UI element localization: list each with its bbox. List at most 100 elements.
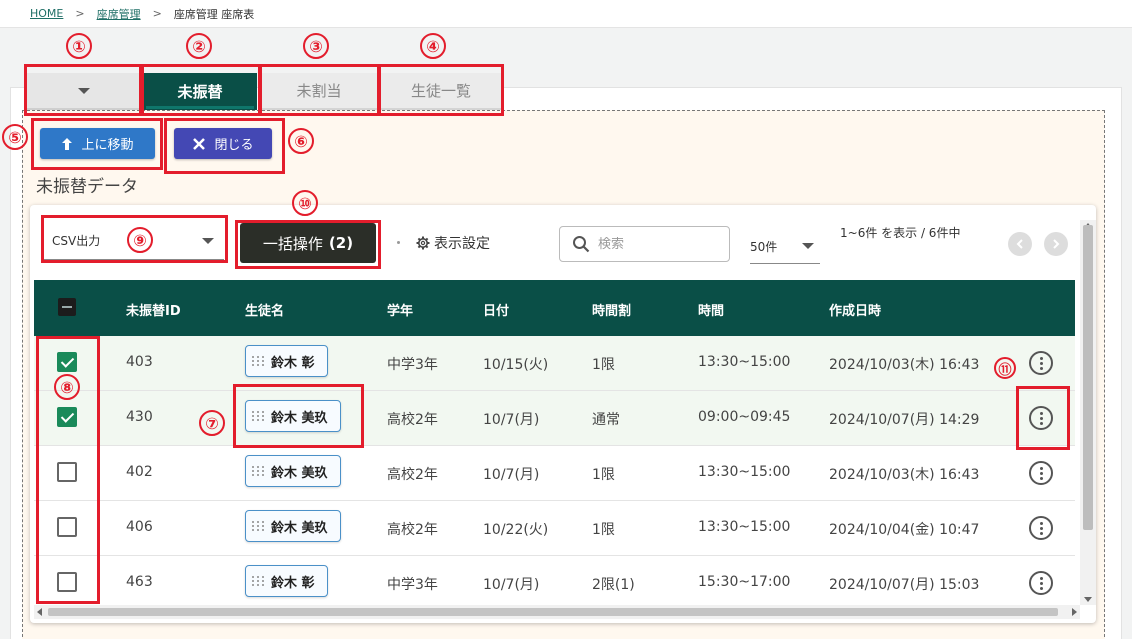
student-chip[interactable]: 鈴木 彰 [245,565,328,597]
annotation-number-4: ④ [420,33,446,59]
row-time: 09:00~09:45 [698,409,791,425]
row-created: 2024/10/03(木) 16:43 [829,357,980,373]
row-grade: 中学3年 [387,357,438,373]
row-created: 2024/10/07(月) 14:29 [829,412,980,428]
breadcrumb-home-link[interactable]: HOME [30,7,63,20]
scroll-left-icon[interactable] [37,608,42,616]
breadcrumb-seat-management-link[interactable]: 座席管理 [97,6,141,22]
vertical-scroll-thumb[interactable] [1083,225,1093,530]
annotation-number-5: ⑤ [2,124,28,150]
row-period: 通常 [592,412,620,428]
chevron-down-icon [802,243,814,249]
column-header-student[interactable]: 生徒名 [245,300,284,319]
column-header-id[interactable]: 未振替ID [126,300,181,319]
row-date: 10/15(火) [483,357,549,373]
breadcrumb-separator: > [152,7,162,20]
row-time: 13:30~15:00 [698,354,791,370]
row-date: 10/22(火) [483,522,549,538]
vertical-scrollbar[interactable] [1080,220,1096,605]
column-header-time[interactable]: 時間 [698,300,724,319]
row-period: 1限 [592,522,615,538]
annotation-number-10: ⑩ [292,190,318,216]
column-header-created[interactable]: 作成日時 [829,300,881,319]
next-page-button[interactable] [1044,232,1068,256]
annotation-number-2: ② [186,33,212,59]
more-options-icon[interactable] [1029,571,1053,595]
breadcrumb-current: 座席管理 座席表 [173,7,255,21]
annotation-box-5 [31,118,163,170]
row-grade: 高校2年 [387,412,438,428]
toolbar-separator [397,241,400,244]
student-chip[interactable]: 鈴木 彰 [245,345,328,377]
drag-handle-icon[interactable] [252,576,265,586]
display-settings-button[interactable]: 表示設定 [416,233,490,253]
table-row: 430 鈴木 美玖 高校2年 10/7(月) 通常 09:00~09:45 20… [34,391,1075,446]
gear-icon [416,236,430,250]
per-page-select[interactable]: 50件 [750,230,820,264]
drag-handle-icon[interactable] [252,521,265,531]
table-row: 403 鈴木 彰 中学3年 10/15(火) 1限 13:30~15:00 20… [34,336,1075,391]
table-row: 463 鈴木 彰 中学3年 10/7(月) 2限(1) 15:30~17:00 … [34,556,1075,611]
row-time: 15:30~17:00 [698,574,791,590]
annotation-number-9: ⑨ [127,227,153,253]
horizontal-scrollbar[interactable] [34,605,1080,619]
row-created: 2024/10/07(月) 15:03 [829,577,980,593]
column-header-grade[interactable]: 学年 [387,300,413,319]
table-row: 406 鈴木 美玖 高校2年 10/22(火) 1限 13:30~15:00 2… [34,501,1075,556]
row-id: 406 [126,519,153,535]
chevron-left-icon [1016,239,1023,249]
annotation-number-11: ⑪ [994,357,1016,379]
annotation-box-7 [233,384,364,448]
annotation-number-8: ⑧ [54,374,80,400]
student-name: 鈴木 彰 [271,575,315,591]
row-id: 402 [126,464,153,480]
display-settings-label: 表示設定 [434,236,490,252]
breadcrumb-separator: > [75,7,85,20]
more-options-icon[interactable] [1029,516,1053,540]
row-grade: 高校2年 [387,467,438,483]
column-header-date[interactable]: 日付 [483,300,509,319]
row-grade: 中学3年 [387,577,438,593]
row-period: 1限 [592,467,615,483]
row-created: 2024/10/04(金) 10:47 [829,522,980,538]
row-time: 13:30~15:00 [698,519,791,535]
scroll-down-icon[interactable] [1084,597,1092,602]
select-all-checkbox[interactable] [58,298,76,316]
drag-handle-icon[interactable] [252,356,265,366]
prev-page-button[interactable] [1008,232,1032,256]
drag-handle-icon[interactable] [252,466,265,476]
horizontal-scroll-thumb[interactable] [48,608,1058,616]
student-chip[interactable]: 鈴木 美玖 [245,455,341,487]
search-icon [573,236,590,253]
more-options-icon[interactable] [1029,351,1053,375]
table-header: 未振替ID 生徒名 学年 日付 時間割 時間 作成日時 [34,280,1075,336]
annotation-box-2 [141,64,261,116]
student-chip[interactable]: 鈴木 美玖 [245,510,341,542]
annotation-box-3 [259,64,380,116]
row-id: 430 [126,409,153,425]
row-period: 2限(1) [592,577,635,593]
column-header-period[interactable]: 時間割 [592,300,631,319]
annotation-box-11 [1016,386,1070,450]
row-period: 1限 [592,357,615,373]
row-id: 403 [126,354,153,370]
scroll-right-icon[interactable] [1072,608,1077,616]
row-grade: 高校2年 [387,522,438,538]
row-time: 13:30~15:00 [698,464,791,480]
row-date: 10/7(月) [483,412,540,428]
student-name: 鈴木 彰 [271,355,315,371]
annotation-box-4 [378,64,504,116]
table-row: 402 鈴木 美玖 高校2年 10/7(月) 1限 13:30~15:00 20… [34,446,1075,501]
pagination-range: 1~6件 を表示 / 6件中 [840,226,961,240]
per-page-value: 50件 [750,240,778,254]
chevron-right-icon [1053,239,1060,249]
annotation-box-6 [164,118,285,174]
search-input[interactable] [598,236,718,252]
section-title: 未振替データ [36,177,138,197]
annotation-number-1: ① [66,33,92,59]
row-date: 10/7(月) [483,577,540,593]
annotation-box-1 [24,64,142,116]
row-id: 463 [126,574,153,590]
annotation-number-7: ⑦ [199,410,225,436]
more-options-icon[interactable] [1029,461,1053,485]
